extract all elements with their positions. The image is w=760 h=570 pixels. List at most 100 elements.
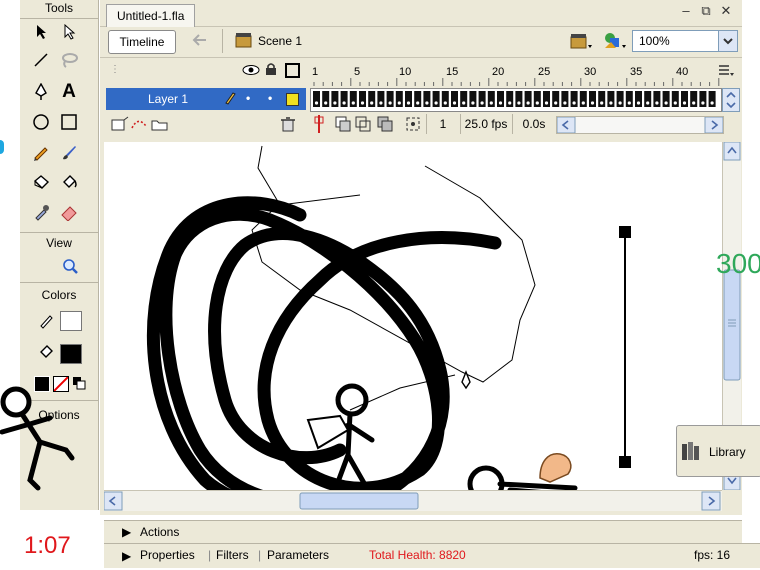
stage-canvas[interactable] [104,142,722,490]
keyframe-dot [351,101,355,105]
document-tab[interactable]: Untitled-1.fla [106,4,196,27]
keyframe-dot [314,101,319,105]
line-tool-icon[interactable] [29,48,53,72]
fps-counter: fps: 16 [694,548,731,562]
onion-outlines-icon[interactable] [354,115,372,136]
actions-panel-bar[interactable]: ▶ Actions [104,520,742,543]
restore-icon[interactable]: ⧉ [698,3,714,19]
zoom-select[interactable]: 100% [632,30,738,52]
offscreen-fragment [0,140,4,154]
frame-cells[interactable] [310,88,722,112]
keyframe-dot [370,101,374,105]
frame-number: 30 [584,66,597,78]
selection-tool-icon[interactable] [29,20,53,44]
layer-outline-color[interactable] [286,93,299,106]
properties-panel-bar: ▶ Properties | Filters | Parameters Tota… [104,543,760,568]
frame-number: 1 [312,66,319,78]
total-health-readout: Total Health: 8820 [369,548,466,562]
pen-tool-icon[interactable] [29,80,53,104]
frame-number: 40 [676,66,689,78]
rectangle-tool-icon[interactable] [57,110,81,134]
keyframe-dot [535,101,539,105]
outline-icon[interactable] [285,63,300,78]
eye-icon[interactable] [242,64,260,79]
keyframe-dot [554,101,558,105]
fill-color-icon[interactable] [34,340,58,364]
keyframe-dot [443,101,447,105]
stroke-color-icon[interactable] [34,308,58,332]
timeline-vscroll[interactable] [722,88,740,112]
subselection-tool-icon[interactable] [57,20,81,44]
brush-tool-icon[interactable] [57,140,81,164]
lasso-tool-icon[interactable] [57,48,81,72]
eyedropper-tool-icon[interactable] [29,200,53,224]
keyframe-dot [664,101,668,105]
keyframe-dot [434,101,438,105]
zoom-dropdown-icon[interactable] [718,31,737,51]
insert-folder-icon[interactable] [150,116,170,135]
keyframe-dot [360,101,365,105]
keyframe-dot [563,101,567,105]
timeline-hscroll[interactable] [556,116,724,134]
center-frame-icon[interactable] [312,114,326,137]
back-arrow-icon[interactable] [190,32,208,51]
tab-parameters[interactable]: Parameters [267,548,329,562]
expand-arrow-icon[interactable]: ▶ [122,549,131,563]
zoom-value: 100% [639,34,670,48]
motion-guide-icon[interactable] [130,116,150,135]
nav-divider [222,29,223,53]
timeline-button[interactable]: Timeline [108,30,176,54]
paint-bucket-tool-icon[interactable] [57,170,81,194]
delete-layer-icon[interactable] [280,116,296,135]
minimize-icon[interactable]: – [678,3,694,19]
keyframe-dot [627,101,631,105]
frame-rate: 25.0 fps [460,114,511,134]
frame-ruler: 1 5 10 15 20 25 30 35 40 [310,58,720,86]
keyframe-dot [333,101,337,105]
keyframe-dot [342,101,346,105]
game-timer: 1:07 [24,532,71,559]
free-transform-tool-icon[interactable] [29,170,53,194]
oval-tool-icon[interactable] [29,110,53,134]
edit-multiple-frames-icon[interactable] [376,115,394,136]
edit-symbols-icon[interactable] [602,30,628,55]
tools-title: Tools [44,1,73,15]
tab-filters[interactable]: Filters [216,548,249,562]
layer-lock-dot[interactable]: • [268,91,272,105]
stage-horizontal-scrollbar[interactable] [103,490,722,511]
frame-number: 10 [399,66,412,78]
eraser-tool-icon[interactable] [57,200,81,224]
timeline-menu-icon[interactable] [718,64,734,81]
library-panel-tab[interactable]: Library [676,425,760,477]
keyframe-dot [655,101,659,105]
stroke-color-swatch[interactable] [60,311,82,331]
tools-divider [20,232,98,233]
lock-icon[interactable] [265,62,277,79]
tab-properties[interactable]: Properties [140,548,195,562]
keyframe-dot [416,101,420,105]
insert-layer-icon[interactable] [110,116,130,135]
library-label: Library [709,445,746,459]
expand-arrow-icon[interactable]: ▶ [122,525,131,539]
close-icon[interactable]: ✕ [718,3,734,19]
onion-skin-icon[interactable] [334,115,352,136]
current-frame: 1 [426,114,459,134]
zoom-tool-icon[interactable] [58,254,82,278]
keyframe-dot [526,101,530,105]
pencil-tool-icon[interactable] [29,140,53,164]
keyframe-dot [673,101,677,105]
edit-scene-icon[interactable] [570,31,594,54]
keyframe-dot [406,101,411,105]
layer-row[interactable]: Layer 1 • • [106,88,306,110]
document-titlebar: Untitled-1.fla – ⧉ ✕ [100,0,742,27]
frame-number: 15 [446,66,459,78]
layer-visible-dot[interactable]: • [246,91,250,105]
text-tool-icon[interactable]: A [57,80,81,104]
frame-number: 35 [630,66,643,78]
running-stickman [0,380,80,498]
keyframe-dot [425,101,429,105]
keyframe-dot [471,101,475,105]
fill-color-swatch[interactable] [60,344,82,364]
modify-onion-markers-icon[interactable] [404,115,422,136]
scene-icon [235,32,253,51]
